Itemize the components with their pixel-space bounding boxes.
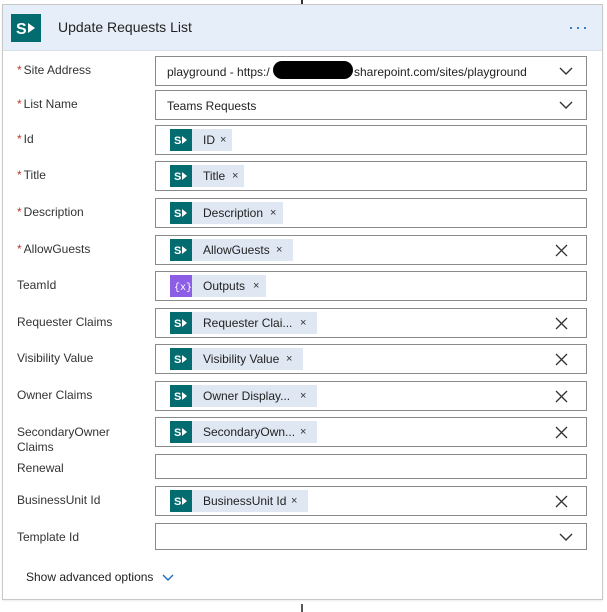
field-label: * Site Address [17,63,92,77]
svg-text:S: S [16,21,27,38]
clear-icon[interactable] [555,495,568,508]
expression-token[interactable]: {x} Outputs × [170,275,266,297]
field-label: * List Name [17,97,78,111]
flow-connector-bottom [301,604,303,612]
svg-text:S: S [174,318,181,330]
chevron-down-icon[interactable] [162,573,174,583]
field-label: SecondaryOwner Claims [17,425,110,454]
dynamic-token[interactable]: S ID × [170,129,232,151]
field-label: Visibility Value [17,351,94,365]
field-label: * Id [17,132,34,146]
remove-token-icon[interactable]: × [270,207,276,219]
dynamic-token[interactable]: S SecondaryOwn... × [170,421,317,443]
dynamic-token[interactable]: S Visibility Value × [170,348,303,370]
site-address-value-suffix: sharepoint.com/sites/playground [354,65,527,79]
requester-claims-field[interactable]: S Requester Clai... × [155,308,587,338]
description-field[interactable]: S Description × [155,198,587,228]
svg-text:S: S [174,245,181,257]
svg-text:S: S [174,354,181,366]
team-id-field[interactable]: {x} Outputs × [155,271,587,301]
field-label: * AllowGuests [17,242,91,256]
clear-icon[interactable] [555,244,568,257]
remove-token-icon[interactable]: × [291,495,297,507]
remove-token-icon[interactable]: × [232,170,238,182]
id-field[interactable]: S ID × [155,125,587,155]
dynamic-token[interactable]: S BusinessUnit Id × [170,490,308,512]
sharepoint-icon: S [170,348,192,370]
sharepoint-icon: S [170,129,192,151]
chevron-down-icon[interactable] [559,530,573,544]
field-label: BusinessUnit Id [17,493,101,507]
clear-icon[interactable] [555,317,568,330]
dynamic-token[interactable]: S Title × [170,165,244,187]
field-label: * Title [17,168,46,182]
action-header[interactable]: S Update Requests List ··· [3,5,602,51]
owner-claims-field[interactable]: S Owner Display... × [155,381,587,411]
svg-text:S: S [174,171,181,183]
site-address-dropdown[interactable]: playground - https:/ sharepoint.com/site… [155,56,587,86]
business-unit-id-field[interactable]: S BusinessUnit Id × [155,486,587,516]
clear-icon[interactable] [555,426,568,439]
renewal-input[interactable] [155,454,587,479]
list-name-value: Teams Requests [167,99,257,113]
secondary-owner-claims-field[interactable]: S SecondaryOwn... × [155,417,587,447]
sharepoint-icon: S [170,202,192,224]
svg-text:S: S [174,427,181,439]
svg-text:S: S [174,208,181,220]
redaction-mark [273,61,353,79]
svg-text:{x}: {x} [174,282,192,294]
field-label: * Description [17,205,84,219]
sharepoint-icon: S [11,14,41,42]
sharepoint-icon: S [170,421,192,443]
chevron-down-icon[interactable] [559,98,573,112]
field-label: Template Id [17,530,80,544]
remove-token-icon[interactable]: × [253,280,259,292]
show-advanced-options-link[interactable]: Show advanced options [26,570,153,584]
remove-token-icon[interactable]: × [300,426,306,438]
dynamic-token[interactable]: S AllowGuests × [170,239,293,261]
remove-token-icon[interactable]: × [300,317,306,329]
chevron-down-icon[interactable] [559,64,573,78]
more-options-icon[interactable]: ··· [568,17,589,38]
sharepoint-icon: S [170,239,192,261]
allow-guests-field[interactable]: S AllowGuests × [155,235,587,265]
remove-token-icon[interactable]: × [286,353,292,365]
visibility-value-field[interactable]: S Visibility Value × [155,344,587,374]
remove-token-icon[interactable]: × [220,134,226,146]
field-label: Renewal [17,461,64,475]
sharepoint-icon: S [170,165,192,187]
field-label: Owner Claims [17,388,93,402]
sharepoint-icon: S [170,490,192,512]
sharepoint-icon: S [170,385,192,407]
sharepoint-icon: S [170,312,192,334]
expression-icon: {x} [170,275,192,297]
template-id-dropdown[interactable] [155,523,587,550]
svg-text:S: S [174,135,181,147]
field-label: TeamId [17,278,57,292]
remove-token-icon[interactable]: × [276,244,282,256]
action-card: S Update Requests List ··· * Site Address… [2,4,603,600]
action-title: Update Requests List [58,19,192,35]
clear-icon[interactable] [555,390,568,403]
list-name-dropdown[interactable]: Teams Requests [155,90,587,120]
dynamic-token[interactable]: S Requester Clai... × [170,312,317,334]
field-label: Requester Claims [17,315,113,329]
title-field[interactable]: S Title × [155,161,587,191]
svg-text:S: S [174,496,181,508]
dynamic-token[interactable]: S Owner Display... × [170,385,317,407]
clear-icon[interactable] [555,353,568,366]
site-address-value: playground - https:/ [167,65,270,79]
svg-text:S: S [174,391,181,403]
remove-token-icon[interactable]: × [300,390,306,402]
dynamic-token[interactable]: S Description × [170,202,283,224]
